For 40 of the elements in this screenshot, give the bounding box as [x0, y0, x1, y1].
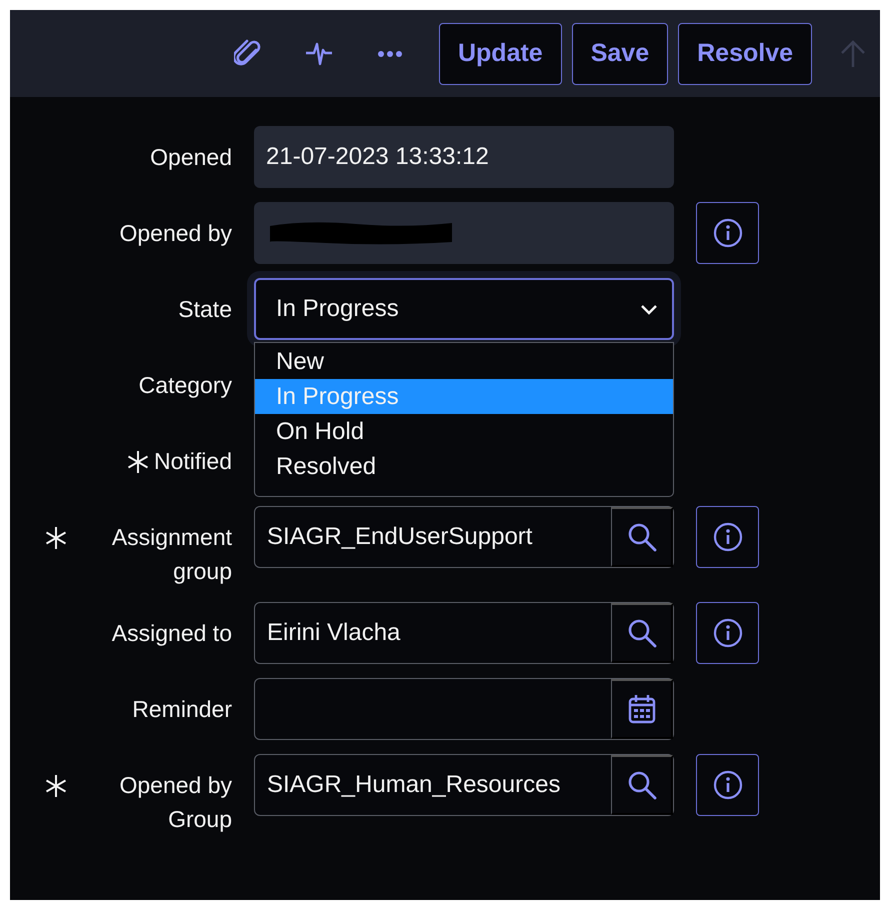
dropdown-option[interactable]: On Hold: [255, 414, 673, 449]
calendar-icon: [628, 694, 656, 724]
info-icon: [712, 770, 742, 800]
field-label: Opened by: [119, 219, 232, 248]
pulse-icon[interactable]: [304, 42, 333, 66]
info-icon: [712, 218, 742, 248]
info-icon: [712, 618, 742, 648]
field-label: Opened by Group: [118, 771, 232, 834]
calendar-button[interactable]: [611, 679, 673, 739]
lookup-field[interactable]: SIAGR_Human_Resources: [254, 754, 674, 816]
dropdown-option[interactable]: New: [255, 344, 673, 379]
lookup-field[interactable]: Eirini Vlacha: [254, 602, 674, 664]
dropdown-option[interactable]: Resolved: [255, 449, 673, 484]
info-button[interactable]: [696, 202, 759, 264]
search-icon: [626, 522, 656, 552]
action-button[interactable]: Resolve: [678, 22, 812, 84]
info-button[interactable]: [696, 506, 759, 568]
date-field[interactable]: [254, 678, 674, 740]
info-button[interactable]: [696, 754, 759, 816]
text-field[interactable]: [254, 202, 674, 264]
field-label: Assigned to: [112, 619, 232, 648]
search-button[interactable]: [611, 507, 673, 567]
field-label: Assignment group: [110, 523, 232, 586]
action-button[interactable]: Save: [572, 22, 668, 84]
field-label: Opened: [150, 143, 232, 172]
field-label: Category: [138, 371, 232, 400]
search-button[interactable]: [611, 603, 673, 663]
lookup-field[interactable]: SIAGR_EndUserSupport: [254, 506, 674, 568]
more-icon[interactable]: [378, 50, 402, 56]
info-icon: [712, 522, 742, 552]
field-label: State: [178, 295, 232, 324]
info-button[interactable]: [696, 602, 759, 664]
field-label: Notified: [154, 447, 232, 476]
date-field[interactable]: 21-07-2023 13:33:12: [254, 126, 674, 188]
field-label: Reminder: [132, 695, 232, 724]
search-icon: [626, 770, 656, 800]
search-button[interactable]: [611, 755, 673, 815]
action-button[interactable]: Update: [438, 22, 562, 84]
chevron-down-icon: [640, 304, 658, 314]
search-icon: [626, 618, 656, 648]
